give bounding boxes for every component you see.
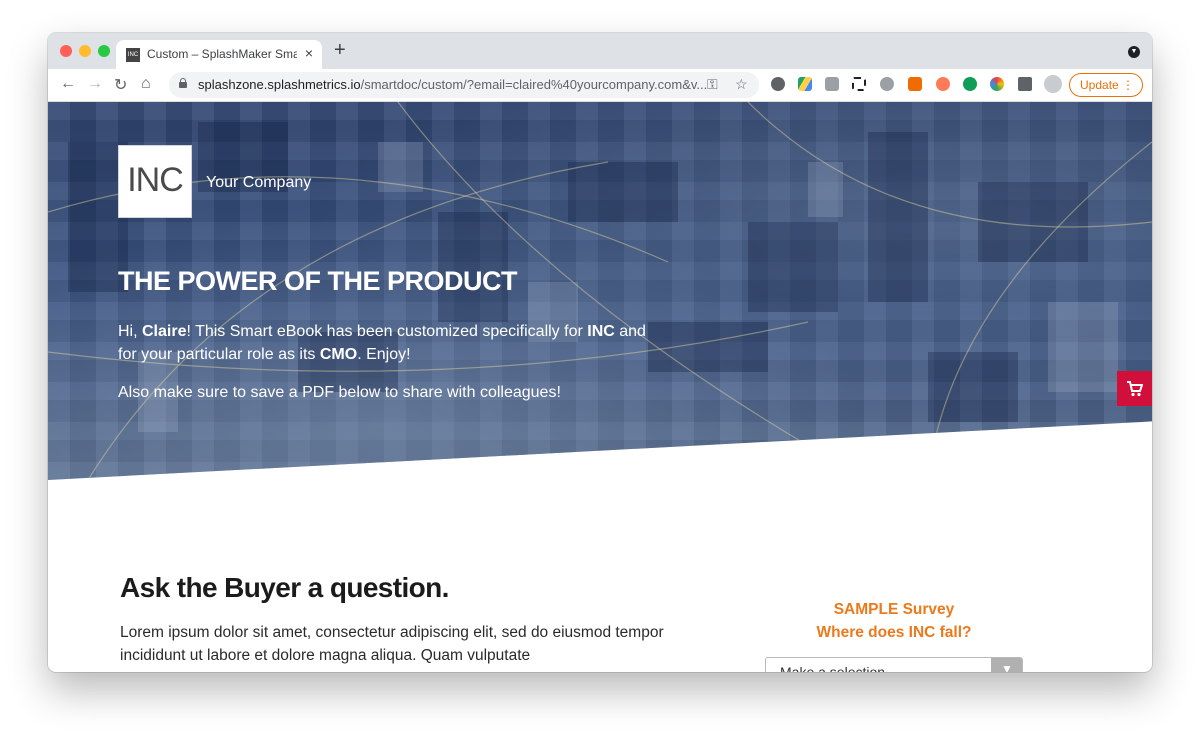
survey-select-value: Make a selection <box>780 664 886 672</box>
close-window-button[interactable] <box>60 45 72 57</box>
tab-search-icon[interactable]: ▼ <box>1128 46 1140 58</box>
cart-button[interactable] <box>1117 371 1152 406</box>
forward-arrow-icon[interactable]: → <box>87 75 103 93</box>
reload-icon[interactable]: ↻ <box>114 75 127 95</box>
more-menu-icon[interactable]: ⋮ <box>1122 74 1134 96</box>
color-picker-icon[interactable] <box>990 77 1004 91</box>
home-icon[interactable]: ⌂ <box>141 75 151 93</box>
new-tab-button[interactable]: + <box>334 39 346 62</box>
cart-icon <box>1127 381 1143 397</box>
back-arrow-icon[interactable]: ← <box>60 75 76 93</box>
tab-favicon-icon: INC <box>126 48 140 62</box>
key-icon[interactable]: ⚿ <box>707 76 718 93</box>
logo-text: INC <box>127 161 184 199</box>
update-button[interactable]: Update ⋮ <box>1069 73 1143 97</box>
bookmark-star-icon[interactable]: ☆ <box>735 76 748 93</box>
browser-tab[interactable]: INC Custom – SplashMaker SmartD × <box>116 40 322 69</box>
survey-select[interactable]: Make a selection ▼ <box>765 657 1023 672</box>
browser-window: INC Custom – SplashMaker SmartD × + ▼ ← … <box>48 33 1152 672</box>
tab-close-icon[interactable]: × <box>305 45 313 61</box>
tab-strip: INC Custom – SplashMaker SmartD × + ▼ <box>48 33 1152 69</box>
drive-icon[interactable] <box>798 77 812 91</box>
section-title: Ask the Buyer a question. <box>120 572 449 603</box>
hero-title: THE POWER OF THE PRODUCT <box>118 266 518 296</box>
extensions-puzzle-icon[interactable] <box>1018 77 1032 91</box>
chevron-down-icon: ▼ <box>1001 662 1013 672</box>
extension-circle-icon[interactable] <box>771 77 785 91</box>
section-body: Lorem ipsum dolor sit amet, consectetur … <box>120 624 664 664</box>
screenshot-icon[interactable] <box>852 77 866 91</box>
hero-banner: INC Your Company THE POWER OF THE PRODUC… <box>48 102 1152 480</box>
hubspot-icon[interactable] <box>936 77 950 91</box>
save-pdf-note: Also make sure to save a PDF below to sh… <box>118 384 561 401</box>
browser-toolbar: ← → ↻ ⌂ splashzone.splashmetrics.io/smar… <box>48 69 1152 102</box>
select-arrow[interactable]: ▼ <box>991 658 1022 672</box>
greeting-paragraph: Hi, Claire! This Smart eBook has been cu… <box>118 323 646 363</box>
tab-title: Custom – SplashMaker SmartD <box>147 47 297 61</box>
survey-title-line1: SAMPLE Survey <box>833 601 955 618</box>
notification-extension-icon[interactable] <box>908 77 922 91</box>
chat-extension-icon[interactable] <box>825 77 839 91</box>
company-logo: INC <box>118 145 192 218</box>
minimize-window-button[interactable] <box>79 45 91 57</box>
profile-avatar-icon[interactable] <box>1044 75 1062 93</box>
maximize-window-button[interactable] <box>98 45 110 57</box>
company-name: Your Company <box>206 174 312 191</box>
survey-title: SAMPLE Survey Where does INC fall? <box>764 598 1024 644</box>
lock-icon[interactable] <box>179 78 187 88</box>
url-text[interactable]: splashzone.splashmetrics.io/smartdoc/cus… <box>198 77 707 92</box>
survey-title-line2: Where does INC fall? <box>816 624 972 641</box>
page-content: INC Your Company THE POWER OF THE PRODUC… <box>48 102 1152 672</box>
address-bar[interactable]: splashzone.splashmetrics.io/smartdoc/cus… <box>169 72 759 98</box>
green-lock-extension-icon[interactable] <box>963 77 977 91</box>
info-extension-icon[interactable] <box>880 77 894 91</box>
